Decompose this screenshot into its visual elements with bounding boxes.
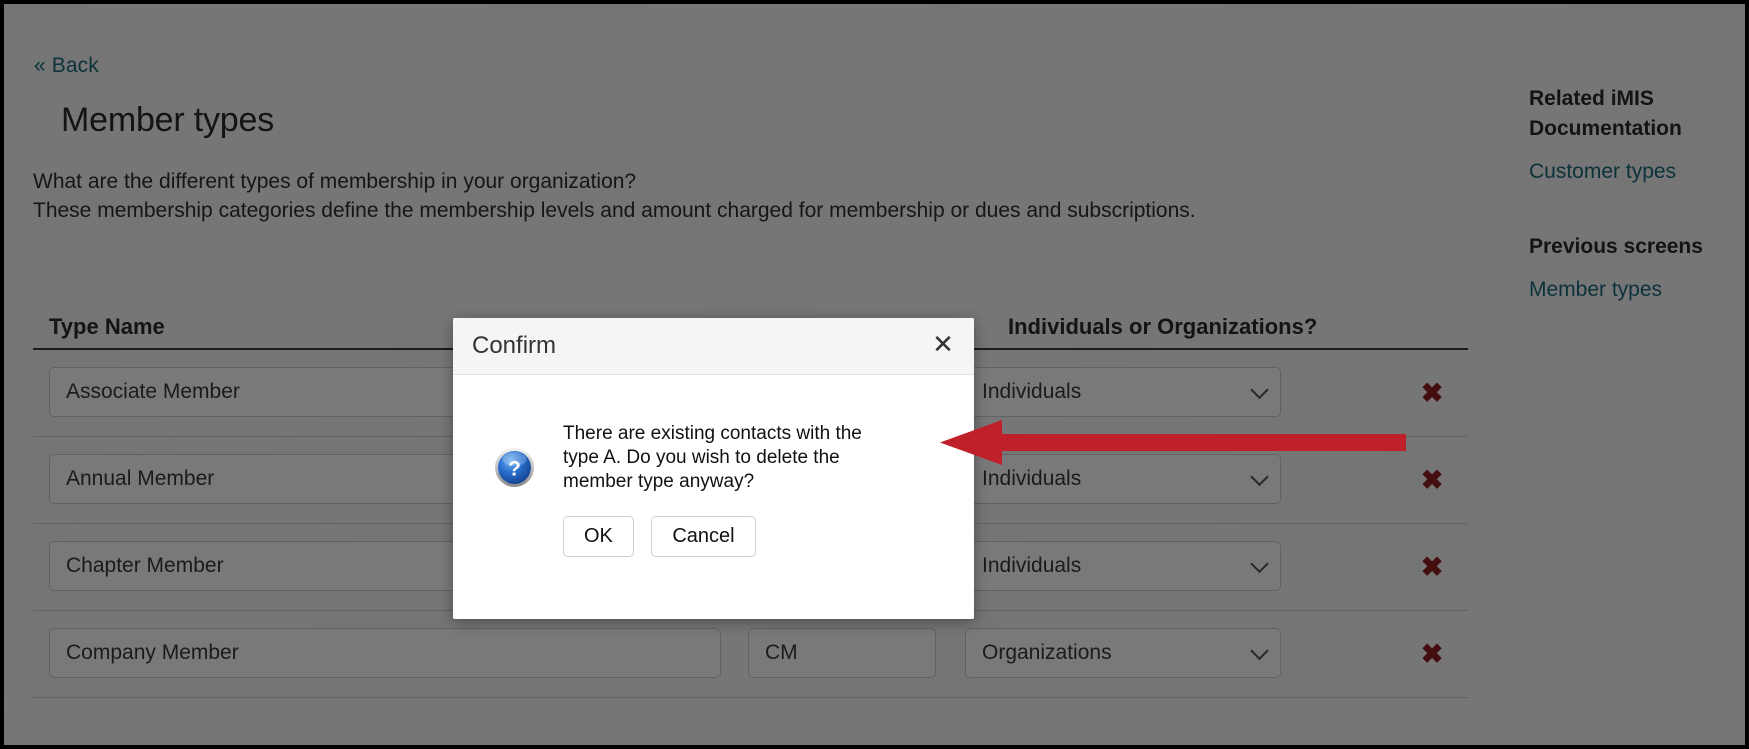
delete-x-icon[interactable]: ✖ <box>1417 465 1447 495</box>
type-kind-select[interactable]: Organizations <box>965 628 1281 678</box>
delete-x-icon[interactable]: ✖ <box>1417 378 1447 408</box>
rail-heading-previous-screens: Previous screens <box>1529 232 1729 262</box>
type-kind-select-value: Individuals <box>982 554 1081 577</box>
page-title: Member types <box>61 101 274 140</box>
type-kind-select-value: Individuals <box>982 380 1081 403</box>
dialog-header: Confirm ✕ <box>453 318 974 375</box>
column-header-type-name: Type Name <box>49 314 165 340</box>
delete-x-icon[interactable]: ✖ <box>1417 552 1447 582</box>
back-link[interactable]: « Back <box>34 54 99 78</box>
rail-link-member-types[interactable]: Member types <box>1529 276 1729 304</box>
cancel-button[interactable]: Cancel <box>651 516 755 557</box>
type-kind-select-value: Individuals <box>982 467 1081 490</box>
type-code-input[interactable]: CM <box>748 628 936 678</box>
chevron-down-icon <box>1250 642 1268 660</box>
column-header-individuals-or-organizations: Individuals or Organizations? <box>1008 314 1317 340</box>
close-icon[interactable]: ✕ <box>928 330 958 360</box>
table-row: Company Member CM Organizations ✖ <box>33 611 1468 698</box>
intro-line-1: What are the different types of membersh… <box>33 167 1283 196</box>
dialog-title: Confirm <box>472 332 556 360</box>
type-name-input[interactable]: Company Member <box>49 628 721 678</box>
question-mark-icon: ? <box>494 447 535 488</box>
type-kind-select[interactable]: Individuals <box>965 367 1281 417</box>
type-kind-select[interactable]: Individuals <box>965 454 1281 504</box>
rail-link-customer-types[interactable]: Customer types <box>1529 158 1729 186</box>
ok-button[interactable]: OK <box>563 516 634 557</box>
screenshot-frame: « Back Member types What are the differe… <box>0 0 1749 749</box>
rail-heading-related-documentation: Related iMIS Documentation <box>1529 84 1729 144</box>
chevron-down-icon <box>1250 555 1268 573</box>
dialog-actions: OK Cancel <box>563 516 769 557</box>
dialog-body: ? There are existing contacts with the t… <box>453 375 974 619</box>
delete-x-icon[interactable]: ✖ <box>1417 639 1447 669</box>
type-kind-select-value: Organizations <box>982 641 1112 664</box>
chevron-down-icon <box>1250 381 1268 399</box>
page-description: What are the different types of membersh… <box>33 167 1283 225</box>
related-links-rail: Related iMIS Documentation Customer type… <box>1529 84 1729 304</box>
intro-line-2: These membership categories define the m… <box>33 196 1283 225</box>
type-kind-select[interactable]: Individuals <box>965 541 1281 591</box>
svg-text:?: ? <box>508 458 521 481</box>
chevron-down-icon <box>1250 468 1268 486</box>
dialog-message: There are existing contacts with the typ… <box>563 422 903 494</box>
confirm-dialog: Confirm ✕ <box>453 318 974 619</box>
